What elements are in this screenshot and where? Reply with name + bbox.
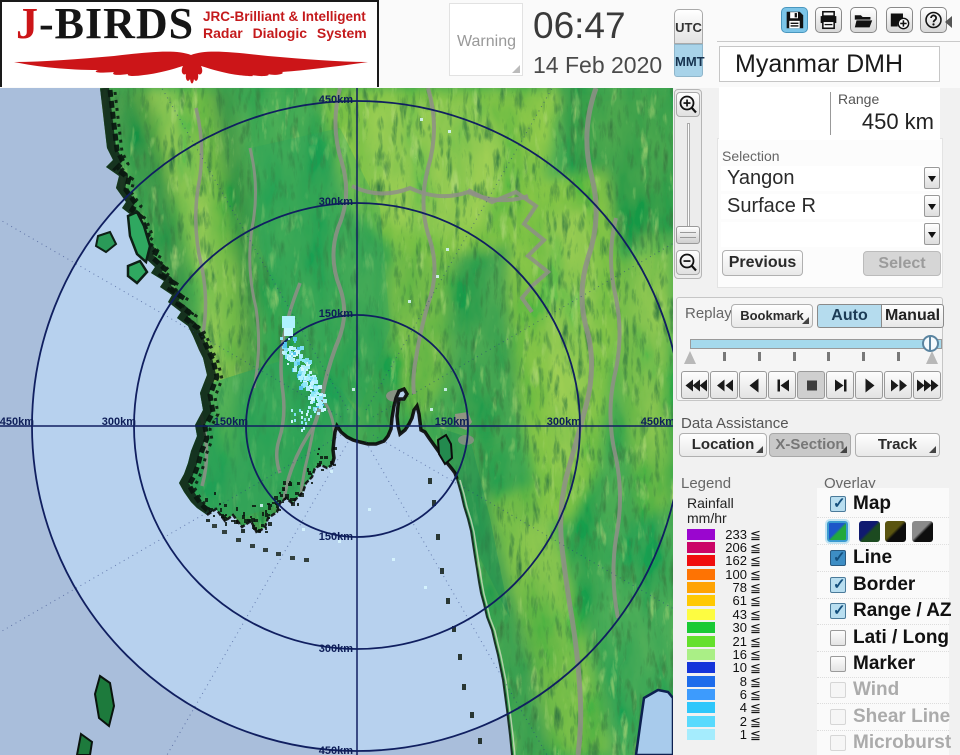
svg-text:450km: 450km	[319, 745, 353, 755]
svg-text:300km: 300km	[102, 416, 136, 428]
svg-text:150km: 150km	[319, 308, 353, 320]
svg-text:450km: 450km	[0, 416, 34, 428]
svg-text:300km: 300km	[547, 416, 581, 428]
svg-text:450km: 450km	[319, 94, 353, 106]
svg-text:300km: 300km	[319, 643, 353, 655]
svg-text:300km: 300km	[319, 196, 353, 208]
svg-text:150km: 150km	[435, 416, 469, 428]
svg-text:150km: 150km	[214, 416, 248, 428]
svg-text:450km: 450km	[641, 416, 673, 428]
svg-text:150km: 150km	[319, 531, 353, 543]
